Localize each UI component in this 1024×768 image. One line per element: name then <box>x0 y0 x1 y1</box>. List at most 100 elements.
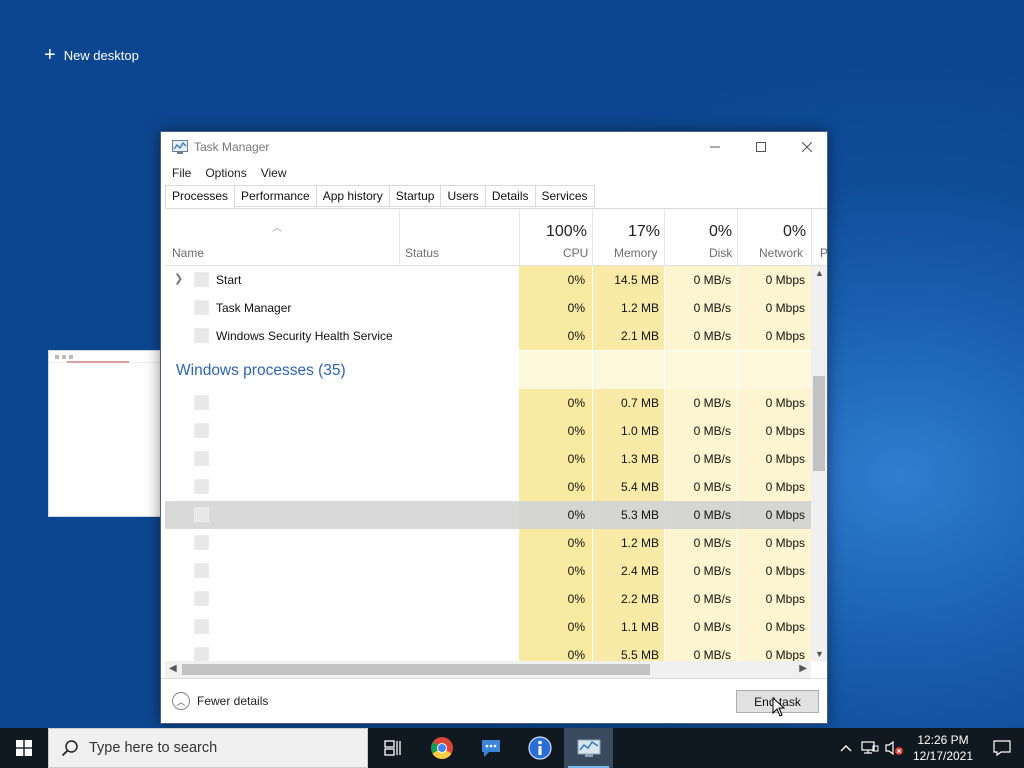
info-taskbar-button[interactable] <box>515 728 564 768</box>
table-row-start[interactable]: ❯ Start 0% 14.5 MB 0 MB/s 0 Mbps <box>165 266 811 294</box>
close-button[interactable] <box>784 132 830 162</box>
minimize-icon <box>710 146 720 148</box>
maximize-button[interactable] <box>738 132 784 162</box>
scroll-right-icon[interactable]: ▶ <box>799 663 807 674</box>
scroll-up-icon[interactable]: ▲ <box>815 268 824 278</box>
process-icon <box>194 300 209 315</box>
fewer-details-button[interactable]: ︿ Fewer details <box>172 692 268 710</box>
clock[interactable]: 12:26 PM 12/17/2021 <box>906 732 980 764</box>
column-separator[interactable] <box>592 209 593 266</box>
column-separator[interactable] <box>664 209 665 266</box>
menu-file[interactable]: File <box>172 166 191 180</box>
volume-muted-icon <box>885 740 903 756</box>
column-disk[interactable]: Disk <box>709 246 732 260</box>
process-list: ❯ Start 0% 14.5 MB 0 MB/s 0 Mbps Task Ma… <box>165 266 811 661</box>
network-value: 0 Mbps <box>765 273 805 287</box>
chrome-taskbar-button[interactable] <box>417 728 466 768</box>
network-value: 0 Mbps <box>765 508 805 522</box>
maximize-icon <box>756 142 766 152</box>
title-bar[interactable]: Task Manager <box>161 132 827 162</box>
table-row[interactable]: 0% 1.2 MB 0 MB/s 0 Mbps <box>165 529 811 557</box>
table-row[interactable]: 0% 1.3 MB 0 MB/s 0 Mbps <box>165 445 811 473</box>
cpu-value: 0% <box>567 452 585 466</box>
network-tray-button[interactable] <box>858 728 882 768</box>
column-header: ︿ Name Status 100% CPU 17% Memory 0% Dis… <box>165 209 827 266</box>
disk-value: 0 MB/s <box>693 329 731 343</box>
table-row[interactable]: 0% 2.4 MB 0 MB/s 0 Mbps <box>165 557 811 585</box>
tab-startup[interactable]: Startup <box>389 185 442 207</box>
menu-options[interactable]: Options <box>205 166 246 180</box>
network-value: 0 Mbps <box>765 329 805 343</box>
vertical-scroll-thumb[interactable] <box>813 376 825 471</box>
window-thumbnail[interactable] <box>48 350 164 517</box>
column-power-truncated[interactable]: P <box>820 246 827 260</box>
memory-percent: 17% <box>628 223 661 240</box>
column-memory[interactable]: Memory <box>614 246 657 260</box>
tab-app-history[interactable]: App history <box>316 185 390 207</box>
table-row[interactable]: 0% 5.5 MB 0 MB/s 0 Mbps <box>165 641 811 661</box>
chevron-up-icon: ︿ <box>172 692 190 710</box>
task-view-icon <box>383 740 401 756</box>
process-icon <box>194 272 209 287</box>
horizontal-scrollbar[interactable]: ◀ ▶ <box>165 661 811 678</box>
column-name[interactable]: Name <box>172 246 204 260</box>
memory-value: 2.2 MB <box>620 592 659 606</box>
table-row-security-health[interactable]: Windows Security Health Service 0% 2.1 M… <box>165 322 811 350</box>
column-separator[interactable] <box>519 209 520 266</box>
process-icon <box>194 563 209 578</box>
process-icon <box>194 451 209 466</box>
tab-details[interactable]: Details <box>485 185 536 207</box>
horizontal-scroll-thumb[interactable] <box>182 664 650 675</box>
disk-percent: 0% <box>709 223 733 240</box>
process-icon <box>194 328 209 343</box>
scroll-down-icon[interactable]: ▼ <box>815 649 824 659</box>
volume-tray-button[interactable] <box>882 728 906 768</box>
vertical-scrollbar[interactable]: ▲ ▼ <box>811 266 827 661</box>
chat-icon <box>481 740 500 757</box>
start-button[interactable] <box>0 728 48 768</box>
task-manager-taskbar-button[interactable] <box>564 728 613 768</box>
tab-users[interactable]: Users <box>441 185 486 207</box>
process-name: Start <box>216 273 242 287</box>
expand-chevron-icon[interactable]: ❯ <box>174 272 183 285</box>
scroll-left-icon[interactable]: ◀ <box>169 663 177 674</box>
tray-overflow-button[interactable] <box>834 728 858 768</box>
table-row-selected[interactable]: 0% 5.3 MB 0 MB/s 0 Mbps <box>165 501 811 529</box>
sort-arrow-icon[interactable]: ︿ <box>272 219 282 234</box>
table-row[interactable]: 0% 1.0 MB 0 MB/s 0 Mbps <box>165 417 811 445</box>
column-status[interactable]: Status <box>405 246 439 260</box>
window-title: Task Manager <box>194 140 270 154</box>
column-separator[interactable] <box>737 209 738 266</box>
network-value: 0 Mbps <box>765 424 805 438</box>
group-header-windows-processes[interactable]: Windows processes (35) <box>165 351 811 389</box>
disk-value: 0 MB/s <box>693 564 731 578</box>
action-center-button[interactable] <box>980 728 1024 768</box>
process-icon <box>194 507 209 522</box>
chat-taskbar-button[interactable] <box>466 728 515 768</box>
column-separator[interactable] <box>399 209 400 266</box>
chrome-icon <box>430 737 453 759</box>
table-row[interactable]: 0% 5.4 MB 0 MB/s 0 Mbps <box>165 473 811 501</box>
new-desktop-button[interactable]: + New desktop <box>44 44 139 66</box>
processes-panel: ︿ Name Status 100% CPU 17% Memory 0% Dis… <box>165 208 827 678</box>
process-icon <box>194 423 209 438</box>
taskbar-search-box[interactable]: Type here to search <box>48 728 368 768</box>
table-row[interactable]: 0% 2.2 MB 0 MB/s 0 Mbps <box>165 585 811 613</box>
table-row[interactable]: 0% 0.7 MB 0 MB/s 0 Mbps <box>165 389 811 417</box>
table-row[interactable]: 0% 1.1 MB 0 MB/s 0 Mbps <box>165 613 811 641</box>
table-row-task-manager[interactable]: Task Manager 0% 1.2 MB 0 MB/s 0 Mbps <box>165 294 811 322</box>
column-separator[interactable] <box>811 209 812 266</box>
disk-value: 0 MB/s <box>693 592 731 606</box>
menu-view[interactable]: View <box>261 166 287 180</box>
column-network[interactable]: Network <box>759 246 803 260</box>
cpu-value: 0% <box>567 536 585 550</box>
tab-performance[interactable]: Performance <box>235 185 317 207</box>
disk-value: 0 MB/s <box>693 480 731 494</box>
tab-services[interactable]: Services <box>535 185 595 207</box>
task-view-button[interactable] <box>368 728 417 768</box>
tab-processes[interactable]: Processes <box>165 185 236 209</box>
column-cpu[interactable]: CPU <box>563 246 588 260</box>
memory-value: 1.1 MB <box>620 620 659 634</box>
disk-value: 0 MB/s <box>693 536 731 550</box>
minimize-button[interactable] <box>692 132 738 162</box>
